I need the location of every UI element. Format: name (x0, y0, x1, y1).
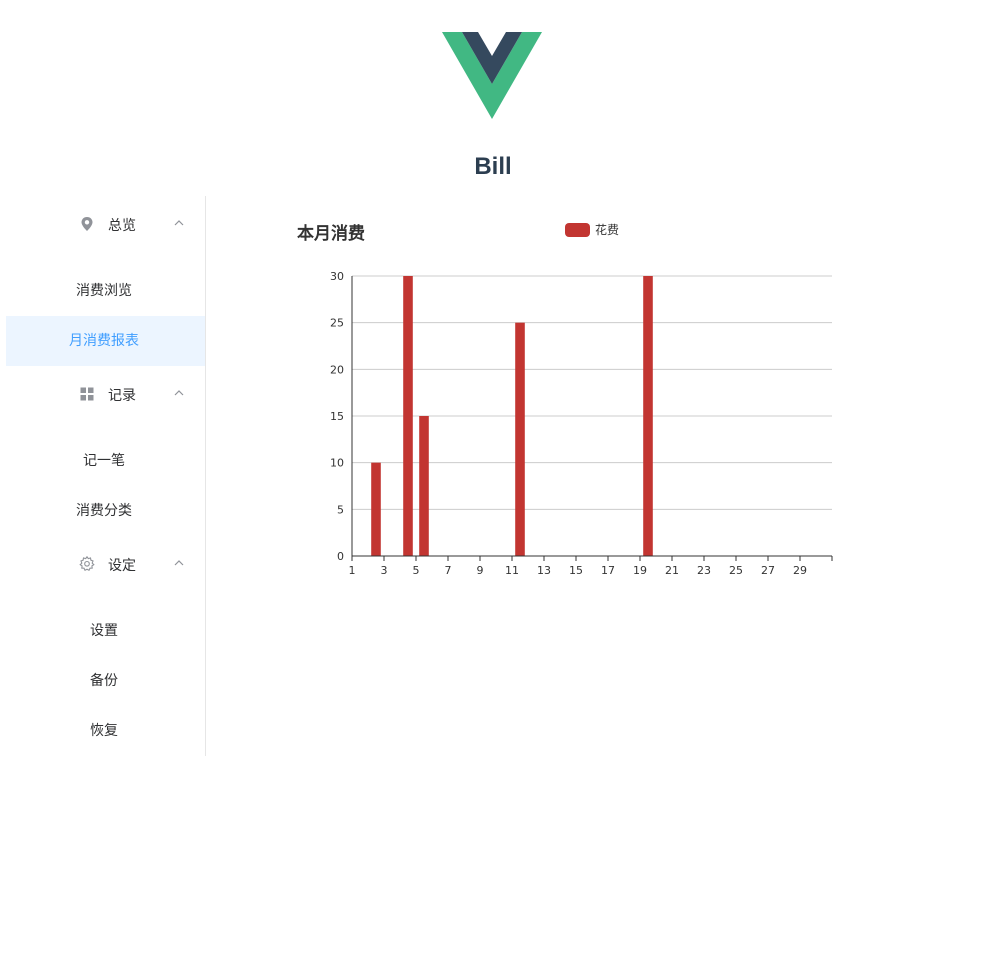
menu-item-add-record[interactable]: 记一笔 (6, 436, 205, 486)
y-tick-label: 30 (330, 270, 344, 283)
menu-group-overview[interactable]: 总览 (6, 196, 205, 252)
monthly-expense-chart: 本月消费 花费 0 5 10 15 20 25 30 1 3 5 7 9 11 13 15 17 19 21 23 2… (280, 205, 860, 605)
y-tick-label: 20 (330, 363, 344, 376)
menu-item-browse[interactable]: 消费浏览 (6, 266, 205, 316)
y-tick-label: 10 (330, 457, 344, 470)
menu-group-label: 设定 (108, 558, 136, 574)
x-tick-label: 3 (381, 564, 388, 577)
menu-item-monthly-report[interactable]: 月消费报表 (6, 316, 205, 366)
bar (371, 462, 381, 556)
y-tick-label: 25 (330, 317, 344, 330)
chevron-up-icon (174, 560, 184, 566)
gear-icon (79, 556, 95, 571)
x-tick-label: 25 (729, 564, 743, 577)
y-tick-label: 15 (330, 410, 344, 423)
chevron-up-icon (174, 390, 184, 396)
menu-item-categories[interactable]: 消费分类 (6, 486, 205, 536)
bar (643, 276, 653, 556)
grid-icon (80, 387, 94, 401)
x-tick-label: 13 (537, 564, 551, 577)
location-icon (81, 217, 93, 231)
sidebar-menu: 总览 消费浏览 月消费报表 记录 记一笔 消费分类 设定 设置 备份 恢复 (6, 196, 206, 756)
x-tick-label: 7 (445, 564, 452, 577)
menu-item-label: 设置 (90, 623, 118, 639)
menu-item-backup[interactable]: 备份 (6, 656, 205, 706)
bar-chart-plot: 0510152025301 3 5 7 9 11 13 15 17 19 21 23 25 27 29 (330, 270, 833, 577)
x-tick-label: 19 (633, 564, 647, 577)
menu-group-records[interactable]: 记录 (6, 366, 205, 422)
x-tick-label: 9 (477, 564, 484, 577)
vue-logo (442, 32, 542, 119)
menu-item-label: 记一笔 (83, 453, 125, 469)
x-tick-label: 29 (793, 564, 807, 577)
bar (403, 276, 413, 556)
chevron-up-icon (174, 220, 184, 226)
menu-item-restore[interactable]: 恢复 (6, 706, 205, 756)
x-tick-label: 11 (505, 564, 519, 577)
menu-item-label: 恢复 (90, 723, 118, 739)
menu-item-label: 备份 (90, 673, 118, 689)
x-tick-label: 1 (349, 564, 356, 577)
menu-group-label: 记录 (108, 388, 136, 404)
bar (515, 322, 525, 556)
app-title: Bill (474, 153, 512, 180)
menu-item-label: 月消费报表 (69, 333, 139, 349)
menu-item-label: 消费分类 (76, 503, 132, 519)
x-tick-label: 27 (761, 564, 775, 577)
bar (419, 416, 429, 556)
x-tick-label: 21 (665, 564, 679, 577)
x-tick-label: 5 (413, 564, 420, 577)
menu-item-label: 消费浏览 (76, 283, 132, 299)
menu-group-settings[interactable]: 设定 (6, 536, 205, 592)
y-tick-label: 0 (337, 550, 344, 563)
y-tick-label: 5 (337, 503, 344, 516)
x-tick-label: 15 (569, 564, 583, 577)
menu-group-label: 总览 (108, 218, 136, 234)
menu-item-settings[interactable]: 设置 (6, 606, 205, 656)
x-tick-label: 23 (697, 564, 711, 577)
x-tick-label: 17 (601, 564, 615, 577)
